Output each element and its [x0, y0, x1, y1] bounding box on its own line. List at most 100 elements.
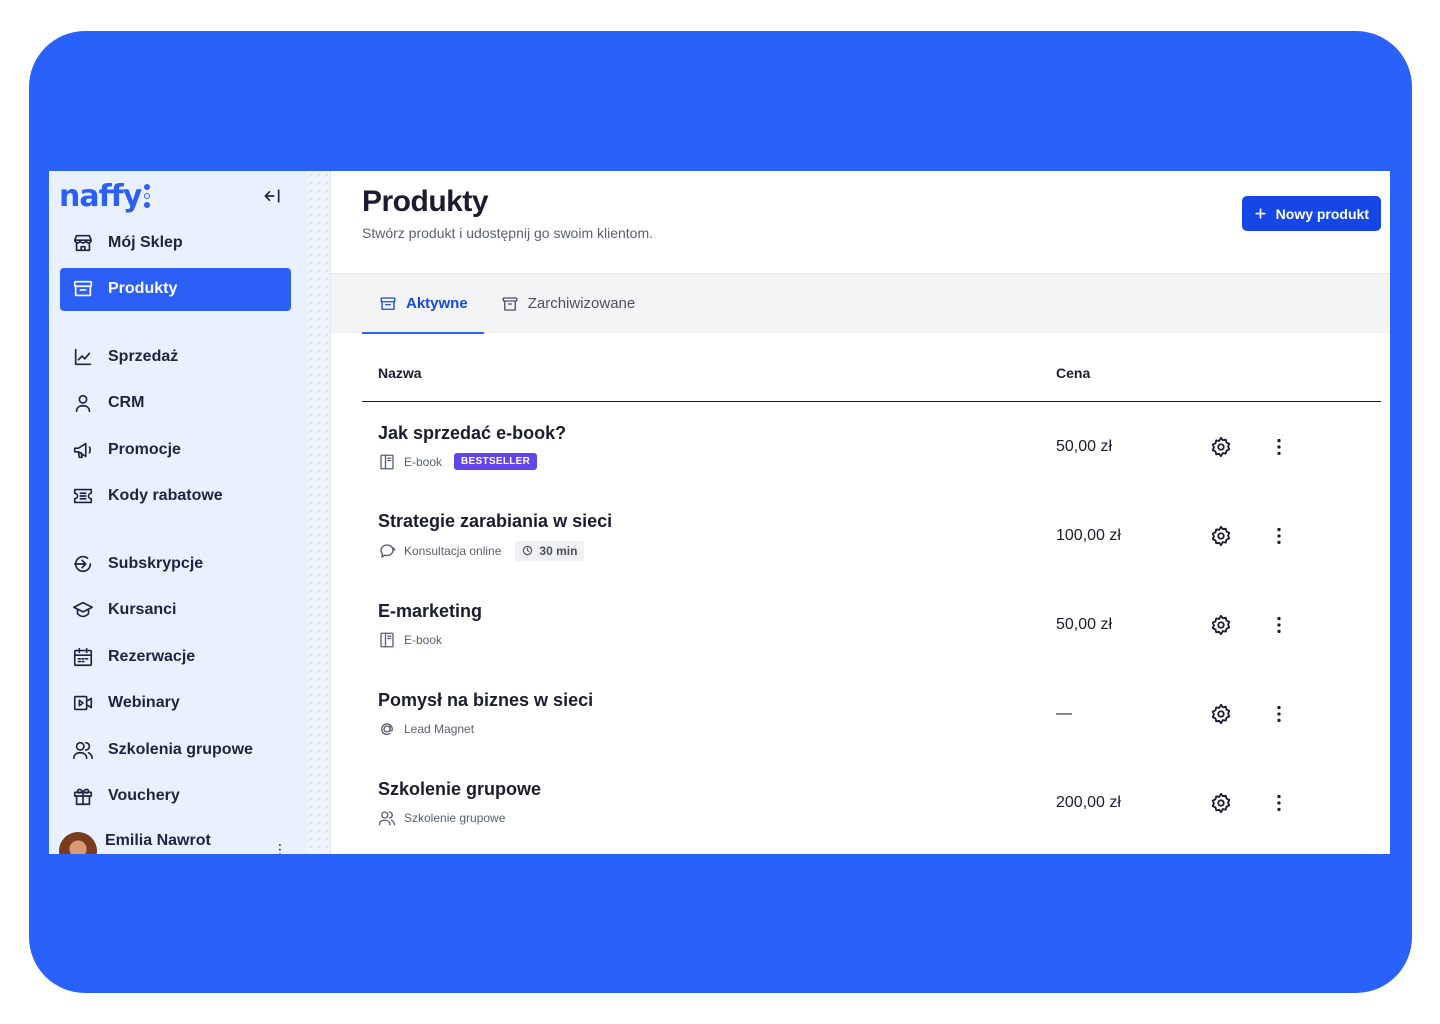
more-vertical-icon[interactable] [1268, 703, 1290, 725]
duration-label: 30 min [539, 543, 578, 558]
gear-icon[interactable] [1210, 436, 1232, 458]
product-type: E-book [404, 632, 443, 647]
page-title: Produkty [362, 185, 489, 218]
sidebar-item-label: Rezerwacje [108, 647, 196, 665]
product-name[interactable]: Szkolenie grupowe [378, 779, 1056, 800]
archive-box-icon [379, 295, 397, 313]
logo-dots [144, 184, 151, 208]
more-vertical-icon[interactable] [1268, 525, 1290, 547]
sidebar-item-label: Subskrypcje [108, 554, 204, 572]
subscription-icon [72, 553, 94, 575]
tab-label: Zarchiwizowane [527, 295, 636, 312]
sidebar-item-moj-sklep[interactable]: Mój Sklep [60, 221, 291, 264]
sidebar-item-sprzedaz[interactable]: Sprzedaż [60, 335, 291, 378]
table-row[interactable]: Szkolenie grupowe Szkolenie grupowe 200,… [362, 758, 1381, 847]
product-type: Konsultacja online [404, 543, 502, 558]
megaphone-icon [72, 439, 94, 461]
users-icon [72, 739, 94, 761]
sidebar-item-crm[interactable]: CRM [60, 382, 291, 425]
more-vertical-icon[interactable] [1268, 614, 1290, 636]
main-content: Produkty Stwórz produkt i udostępnij go … [331, 171, 1390, 854]
book-icon [378, 453, 396, 471]
product-type: Lead Magnet [404, 721, 475, 736]
video-icon [72, 692, 94, 714]
new-product-label: Nowy produkt [1275, 205, 1369, 222]
row-actions [1210, 703, 1290, 725]
product-price: — [1056, 704, 1072, 722]
gear-icon[interactable] [1210, 703, 1232, 725]
sidebar-header: naffy [49, 171, 307, 221]
nav-group-spacer [49, 521, 307, 542]
product-name[interactable]: E-marketing [378, 601, 1056, 622]
product-name[interactable]: Strategie zarabiania w sieci [378, 511, 1056, 532]
table-row[interactable]: Jak sprzedać e-book? E-book BESTSELLER 5… [362, 402, 1381, 491]
more-vertical-icon[interactable] [1268, 792, 1290, 814]
row-actions [1210, 792, 1290, 814]
sidebar-item-label: Mój Sklep [108, 233, 183, 251]
product-type: Szkolenie grupowe [404, 810, 506, 825]
logo-text: naffy [59, 178, 142, 214]
sidebar-item-label: Webinary [108, 694, 180, 711]
gear-icon[interactable] [1210, 525, 1232, 547]
row-actions [1210, 525, 1290, 547]
sidebar-item-label: Kody rabatowe [108, 487, 223, 504]
tab-zarchiwizowane[interactable]: Zarchiwizowane [484, 274, 652, 333]
sidebar-item-label: Szkolenia grupowe [108, 740, 253, 758]
collapse-left-icon[interactable] [261, 185, 283, 207]
sidebar-resizer[interactable] [307, 171, 331, 854]
product-price: 200,00 zł [1056, 793, 1121, 811]
page-subtitle: Stwórz produkt i udostępnij go swoim kli… [362, 225, 654, 241]
sidebar: naffy Mój Sklep Produkty Sprzedaż CRM Promoc… [49, 171, 307, 854]
tab-aktywne[interactable]: Aktywne [362, 274, 484, 334]
table-row[interactable]: Strategie zarabiania w sieci Konsultacja… [362, 491, 1381, 580]
product-price: 100,00 zł [1056, 526, 1121, 544]
product-name[interactable]: Pomysł na biznes w sieci [378, 690, 1056, 711]
user-menu-icon[interactable]: ⋮ [273, 841, 287, 855]
sidebar-item-label: Produkty [108, 280, 178, 297]
sidebar-item-webinary[interactable]: Webinary [60, 682, 291, 725]
sidebar-item-kursanci[interactable]: Kursanci [60, 589, 291, 632]
product-meta: Szkolenie grupowe [378, 809, 1056, 827]
gear-icon[interactable] [1210, 614, 1232, 636]
product-meta: Lead Magnet [378, 720, 1056, 738]
new-product-button[interactable]: Nowy produkt [1241, 196, 1381, 231]
product-price: 50,00 zł [1056, 615, 1113, 633]
sidebar-item-subskrypcje[interactable]: Subskrypcje [60, 542, 291, 585]
graduation-cap-icon [72, 599, 94, 621]
sidebar-item-kody-rabatowe[interactable]: Kody rabatowe [60, 475, 291, 518]
sidebar-item-label: CRM [108, 394, 145, 411]
sidebar-item-rezerwacje[interactable]: Rezerwacje [60, 635, 291, 678]
row-actions [1210, 436, 1290, 458]
product-type: E-book [404, 454, 443, 469]
plus-icon [1255, 208, 1266, 219]
table-row[interactable]: Pomysł na biznes w sieci Lead Magnet — [362, 669, 1381, 758]
sidebar-item-label: Kursanci [108, 601, 177, 618]
products-table: Nazwa Cena Jak sprzedać e-book? E-book B… [362, 333, 1381, 847]
product-name[interactable]: Jak sprzedać e-book? [378, 423, 1056, 444]
table-body: Jak sprzedać e-book? E-book BESTSELLER 5… [362, 402, 1381, 847]
tab-label: Aktywne [406, 295, 468, 312]
user-icon [72, 392, 94, 414]
archive-box-icon [72, 278, 94, 300]
logo[interactable]: naffy [59, 178, 151, 214]
users-icon [378, 809, 396, 827]
sidebar-item-szkolenia-grupowe[interactable]: Szkolenia grupowe [60, 728, 291, 771]
row-actions [1210, 614, 1290, 636]
column-header-name[interactable]: Nazwa [362, 365, 1056, 381]
user-name: Emilia Nawrot [105, 832, 211, 849]
duration-chip: 30 min [515, 540, 585, 561]
bestseller-badge: BESTSELLER [454, 453, 538, 470]
table-header: Nazwa Cena [362, 333, 1381, 402]
sidebar-item-vouchery[interactable]: Vouchery [60, 775, 291, 818]
table-row[interactable]: E-marketing E-book 50,00 zł [362, 580, 1381, 669]
book-icon [378, 631, 396, 649]
gear-icon[interactable] [1210, 792, 1232, 814]
sidebar-item-promocje[interactable]: Promocje [60, 428, 291, 471]
gift-icon [72, 785, 94, 807]
user-profile[interactable]: Emilia Nawrot ⋮ [59, 829, 287, 854]
column-header-price[interactable]: Cena [1056, 365, 1206, 381]
more-vertical-icon[interactable] [1268, 436, 1290, 458]
app-window: naffy Mój Sklep Produkty Sprzedaż CRM Promoc… [49, 171, 1390, 854]
sidebar-item-produkty[interactable]: Produkty [60, 267, 291, 311]
tabs-bar: Aktywne Zarchiwizowane [331, 273, 1390, 334]
